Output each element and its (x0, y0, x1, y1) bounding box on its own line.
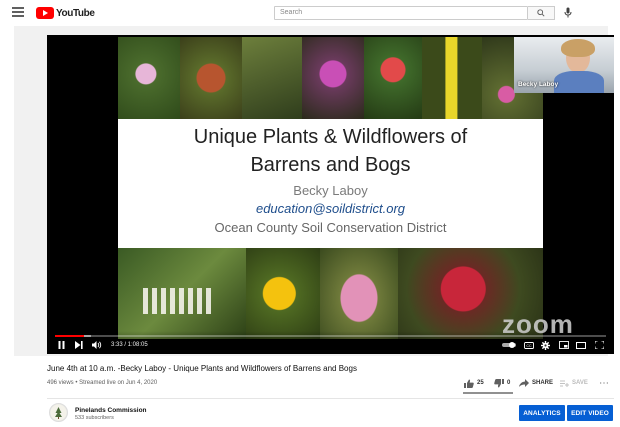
dislike-button[interactable]: 0 (494, 377, 510, 389)
flower-photo (118, 37, 180, 119)
hamburger-menu-icon[interactable] (12, 7, 24, 17)
time-display: 3:33 / 1:08:05 (111, 342, 148, 348)
miniplayer-button[interactable] (559, 340, 569, 350)
miniplayer-icon (559, 341, 569, 349)
edit-video-button[interactable]: EDIT VIDEO (567, 405, 613, 421)
slide-title-line-1: Unique Plants & Wildflowers of (193, 126, 468, 148)
like-count: 25 (477, 380, 484, 386)
sentiment-bar (463, 392, 513, 394)
search-input[interactable]: Search (274, 6, 528, 20)
theater-mode-button[interactable] (576, 340, 586, 350)
presenter-hair (561, 39, 595, 57)
subscriber-count: 533 subscribers (75, 415, 114, 421)
flower-photo (422, 37, 482, 119)
pinelands-logo-icon (50, 404, 67, 421)
analytics-button[interactable]: ANALYTICS (519, 405, 565, 421)
captions-button[interactable]: CC (524, 340, 534, 350)
theater-icon (576, 341, 586, 349)
presenter-shirt (554, 71, 604, 93)
autoplay-toggle[interactable] (502, 340, 516, 350)
volume-button[interactable] (92, 340, 102, 350)
video-title: June 4th at 10 a.m. -Becky Laboy - Uniqu… (47, 364, 357, 373)
fullscreen-button[interactable] (594, 340, 604, 350)
save-label: SAVE (572, 380, 588, 386)
webcam-feed: Becky Laboy (514, 37, 614, 93)
volume-icon (92, 341, 102, 349)
divider (47, 398, 614, 399)
participant-name: Becky Laboy (518, 81, 559, 88)
playlist-add-icon (560, 380, 569, 387)
flower-photo (242, 37, 302, 119)
video-meta: 496 views • Streamed live on Jun 4, 2020 (47, 380, 158, 386)
flower-photo-strip-top (118, 37, 543, 119)
flower-photo (180, 37, 242, 119)
like-button[interactable]: 25 (464, 377, 484, 389)
masthead: YouTube Search (0, 0, 620, 26)
progress-bar[interactable] (55, 335, 606, 337)
youtube-play-icon (36, 7, 54, 19)
channel-avatar[interactable] (49, 403, 68, 422)
video-player[interactable]: Unique Plants & Wildflowers of Barrens a… (47, 35, 614, 354)
thumbs-down-icon (494, 378, 504, 387)
share-button[interactable]: SHARE (519, 377, 553, 389)
sentiment-like-fill (463, 392, 513, 394)
slide-organization: Ocean County Soil Conservation District (214, 220, 447, 235)
save-button[interactable]: SAVE (560, 377, 588, 389)
captions-icon: CC (524, 341, 534, 349)
played-bar (55, 335, 84, 337)
flower-photo-strip-bottom (118, 248, 543, 339)
slide-title-line-2: Barrens and Bogs (250, 154, 411, 176)
share-label: SHARE (532, 380, 554, 386)
more-actions-button[interactable]: ⋯ (599, 377, 610, 389)
player-controls: 3:33 / 1:08:05 CC (47, 331, 614, 354)
fullscreen-icon (594, 341, 604, 349)
microphone-icon (564, 7, 572, 18)
presentation-slide: Unique Plants & Wildflowers of Barrens a… (118, 37, 543, 339)
next-button[interactable] (75, 340, 83, 350)
youtube-logo[interactable]: YouTube (36, 6, 95, 20)
voice-search-button[interactable] (563, 6, 573, 19)
letterbox (543, 93, 614, 339)
flower-photo (302, 37, 364, 119)
slide-email: education@soildistrict.org (255, 201, 406, 216)
flower-photo (118, 248, 246, 339)
logo-text: YouTube (56, 7, 95, 19)
skip-next-icon (75, 341, 83, 349)
flower-photo (320, 248, 398, 339)
more-horizontal-icon: ⋯ (599, 377, 610, 389)
thumbs-up-icon (464, 379, 474, 388)
pause-icon (58, 341, 64, 349)
toggle-icon (502, 342, 516, 348)
channel-name[interactable]: Pinelands Commission (75, 407, 147, 414)
search-button[interactable] (528, 6, 555, 20)
search-icon (537, 9, 545, 17)
slide-presenter: Becky Laboy (293, 183, 368, 198)
dislike-count: 0 (507, 380, 511, 386)
pause-button[interactable] (57, 340, 65, 350)
flower-photo (364, 37, 422, 119)
share-arrow-icon (519, 379, 529, 387)
settings-button[interactable] (541, 340, 550, 350)
svg-text:CC: CC (526, 344, 532, 348)
flower-photo (246, 248, 320, 339)
gear-icon (541, 340, 550, 350)
